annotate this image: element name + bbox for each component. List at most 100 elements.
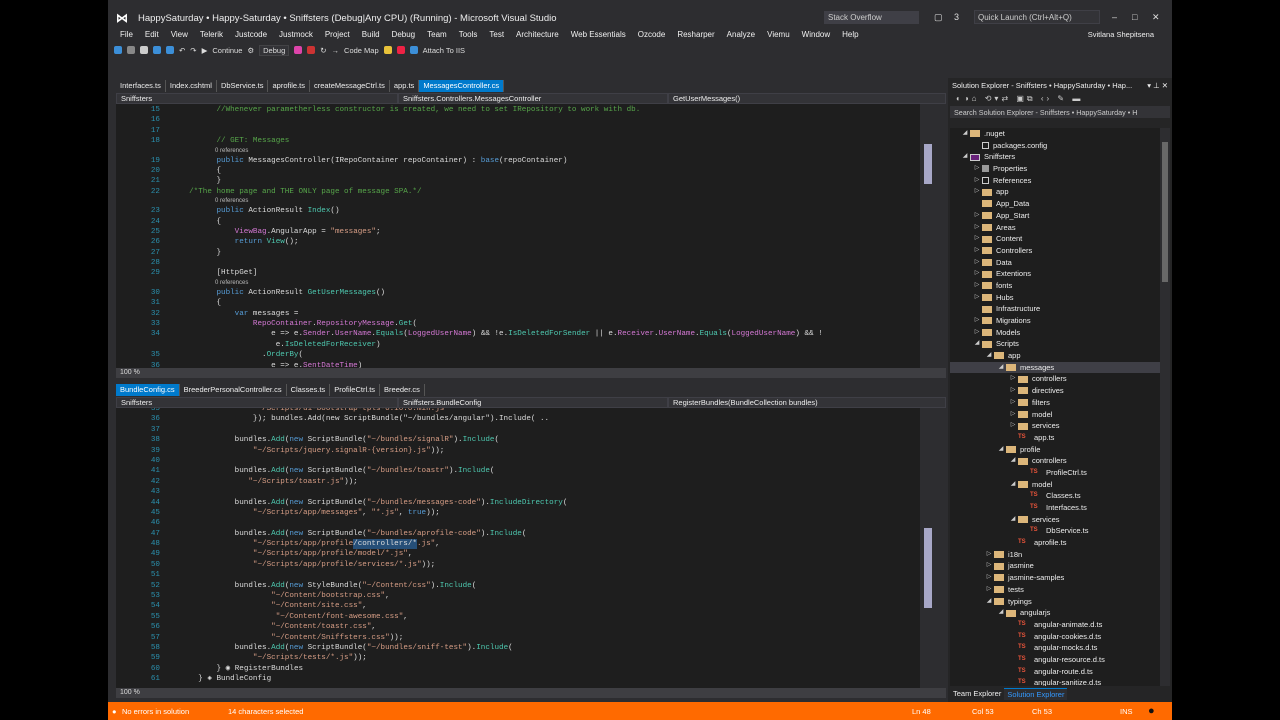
collapsed-icon[interactable]: ▷ <box>972 163 982 175</box>
editor-tab[interactable]: aprofile.ts <box>268 80 311 92</box>
expanded-icon[interactable]: ◢ <box>996 444 1006 456</box>
collapsed-icon[interactable]: ▷ <box>972 186 982 198</box>
tree-item[interactable]: ◢ angularjs <box>950 607 1160 619</box>
member-dropdown[interactable]: RegisterBundles(BundleCollection bundles… <box>668 397 946 408</box>
tree-item[interactable]: ▷ Areas <box>950 222 1160 234</box>
tree-item[interactable]: TS angular-route.d.ts <box>950 666 1160 678</box>
tool-icon[interactable] <box>409 46 418 54</box>
expanded-icon[interactable]: ◢ <box>1008 479 1018 491</box>
tree-item[interactable]: TS angular-sanitize.d.ts <box>950 677 1160 686</box>
tab-solution-explorer[interactable]: Solution Explorer <box>1004 688 1068 700</box>
codelens-references[interactable]: 0 references <box>116 147 936 156</box>
tree-item[interactable]: ▷ app <box>950 186 1160 198</box>
type-dropdown[interactable]: Sniffsters.Controllers.MessagesControlle… <box>398 93 668 104</box>
collapsed-icon[interactable]: ▷ <box>972 315 982 327</box>
expanded-icon[interactable]: ◢ <box>996 607 1006 619</box>
attach-icon[interactable]: ⚙ <box>247 46 254 55</box>
tree-item[interactable]: ▷ Content <box>950 233 1160 245</box>
codelens-references[interactable]: 0 references <box>116 197 936 206</box>
codelens-references[interactable]: 0 references <box>116 279 936 288</box>
menu-analyze[interactable]: Analyze <box>721 28 761 41</box>
tree-item[interactable]: TS angular-mocks.d.ts <box>950 642 1160 654</box>
menu-architecture[interactable]: Architecture <box>510 28 565 41</box>
menu-ozcode[interactable]: Ozcode <box>632 28 672 41</box>
menu-telerik[interactable]: Telerik <box>194 28 229 41</box>
tree-item[interactable]: ▷ model <box>950 409 1160 421</box>
quick-launch-input[interactable]: Quick Launch (Ctrl+Alt+Q) <box>974 10 1100 24</box>
expanded-icon[interactable]: ◢ <box>984 596 994 608</box>
tree-item[interactable]: TS Interfaces.ts <box>950 502 1160 514</box>
error-status[interactable]: No errors in solution <box>122 707 189 716</box>
stack-overflow-search[interactable]: Stack Overflow <box>824 11 919 24</box>
tree-item[interactable]: TS ProfileCtrl.ts <box>950 467 1160 479</box>
notifications-count[interactable]: 3 <box>954 12 959 22</box>
tree-item[interactable]: ◢ .nuget <box>950 128 1160 140</box>
vertical-scrollbar[interactable] <box>920 408 936 688</box>
step-icon[interactable]: → <box>332 46 340 55</box>
tree-item[interactable]: ▷ controllers <box>950 373 1160 385</box>
collapsed-icon[interactable]: ▷ <box>984 560 994 572</box>
tree-item[interactable]: ◢ services <box>950 514 1160 526</box>
collapsed-icon[interactable]: ▷ <box>972 327 982 339</box>
save-icon[interactable] <box>153 46 161 54</box>
zoom-level[interactable]: 100 % <box>116 368 946 378</box>
continue-button[interactable]: Continue <box>212 46 242 55</box>
bottom-code-editor[interactable]: 35 "~/Scripts/ui-bootstrap-tpls-0.10.0.m… <box>116 408 936 688</box>
attach-iis-button[interactable]: Attach To IIS <box>423 46 465 55</box>
menu-debug[interactable]: Debug <box>386 28 422 41</box>
new-file-icon[interactable] <box>140 46 148 54</box>
expanded-icon[interactable]: ◢ <box>972 338 982 350</box>
editor-tab[interactable]: BundleConfig.cs <box>116 384 180 396</box>
tab-team-explorer[interactable]: Team Explorer <box>950 688 1004 700</box>
tree-item[interactable]: ▷ Hubs <box>950 292 1160 304</box>
tree-item[interactable]: ▷ Controllers <box>950 245 1160 257</box>
tree-item[interactable]: ◢ controllers <box>950 455 1160 467</box>
minimize-button[interactable]: – <box>1112 12 1117 22</box>
tree-item[interactable]: ◢ app <box>950 350 1160 362</box>
play-icon[interactable]: ▶ <box>202 46 208 55</box>
tree-item[interactable]: ▷ Data <box>950 257 1160 269</box>
tree-item[interactable]: TS angular-animate.d.ts <box>950 619 1160 631</box>
back-icon[interactable] <box>114 46 122 54</box>
menu-file[interactable]: File <box>114 28 139 41</box>
tree-item[interactable]: ▷ services <box>950 420 1160 432</box>
vertical-scrollbar[interactable] <box>920 104 936 368</box>
project-dropdown[interactable]: Sniffsters <box>116 93 398 104</box>
type-dropdown[interactable]: Sniffsters.BundleConfig <box>398 397 668 408</box>
editor-tab[interactable]: DbService.ts <box>216 80 269 92</box>
tree-item[interactable]: Infrastructure <box>950 303 1160 315</box>
collapsed-icon[interactable]: ▷ <box>972 233 982 245</box>
collapsed-icon[interactable]: ▷ <box>1008 409 1018 421</box>
tree-item[interactable]: packages.config <box>950 140 1160 152</box>
redo-icon[interactable]: ↷ <box>190 46 196 55</box>
editor-tab[interactable]: Classes.ts <box>286 384 331 396</box>
editor-tab[interactable]: MessagesController.cs <box>419 80 505 92</box>
expanded-icon[interactable]: ◢ <box>984 350 994 362</box>
collapsed-icon[interactable]: ▷ <box>1008 420 1018 432</box>
collapsed-icon[interactable]: ▷ <box>1008 385 1018 397</box>
menu-test[interactable]: Test <box>483 28 510 41</box>
tool-icon[interactable] <box>383 46 392 54</box>
tree-item[interactable]: ▷ fonts <box>950 280 1160 292</box>
top-code-editor[interactable]: 15 //Whenever parametherless constructor… <box>116 104 936 368</box>
tree-item[interactable]: ◢ profile <box>950 444 1160 456</box>
tree-item[interactable]: TS DbService.ts <box>950 525 1160 537</box>
collapsed-icon[interactable]: ▷ <box>972 257 982 269</box>
tree-item[interactable]: TS aprofile.ts <box>950 537 1160 549</box>
editor-tab[interactable]: app.ts <box>389 80 420 92</box>
menu-window[interactable]: Window <box>796 28 836 41</box>
tree-item[interactable]: ◢ messages <box>950 361 1160 374</box>
tree-item[interactable]: ◢ Scripts <box>950 338 1160 350</box>
tree-item[interactable]: TS angular-cookies.d.ts <box>950 631 1160 643</box>
tree-item[interactable]: TS Classes.ts <box>950 490 1160 502</box>
collapsed-icon[interactable]: ▷ <box>972 280 982 292</box>
restart-icon[interactable]: ↻ <box>320 46 326 55</box>
collapsed-icon[interactable]: ▷ <box>1008 373 1018 385</box>
tree-item[interactable]: ▷ jasmine <box>950 560 1160 572</box>
solution-explorer-toolbar[interactable]: ◐◑⌂ ⟲▾⇄ ▣⧉ ‹› ✎ ▬ <box>948 92 1172 106</box>
undo-icon[interactable]: ↶ <box>179 46 185 55</box>
tree-scrollbar[interactable] <box>1160 128 1170 686</box>
tree-item[interactable]: ▷ Extentions <box>950 268 1160 280</box>
collapsed-icon[interactable]: ▷ <box>972 268 982 280</box>
editor-tab[interactable]: ProfileCtrl.ts <box>330 384 381 396</box>
